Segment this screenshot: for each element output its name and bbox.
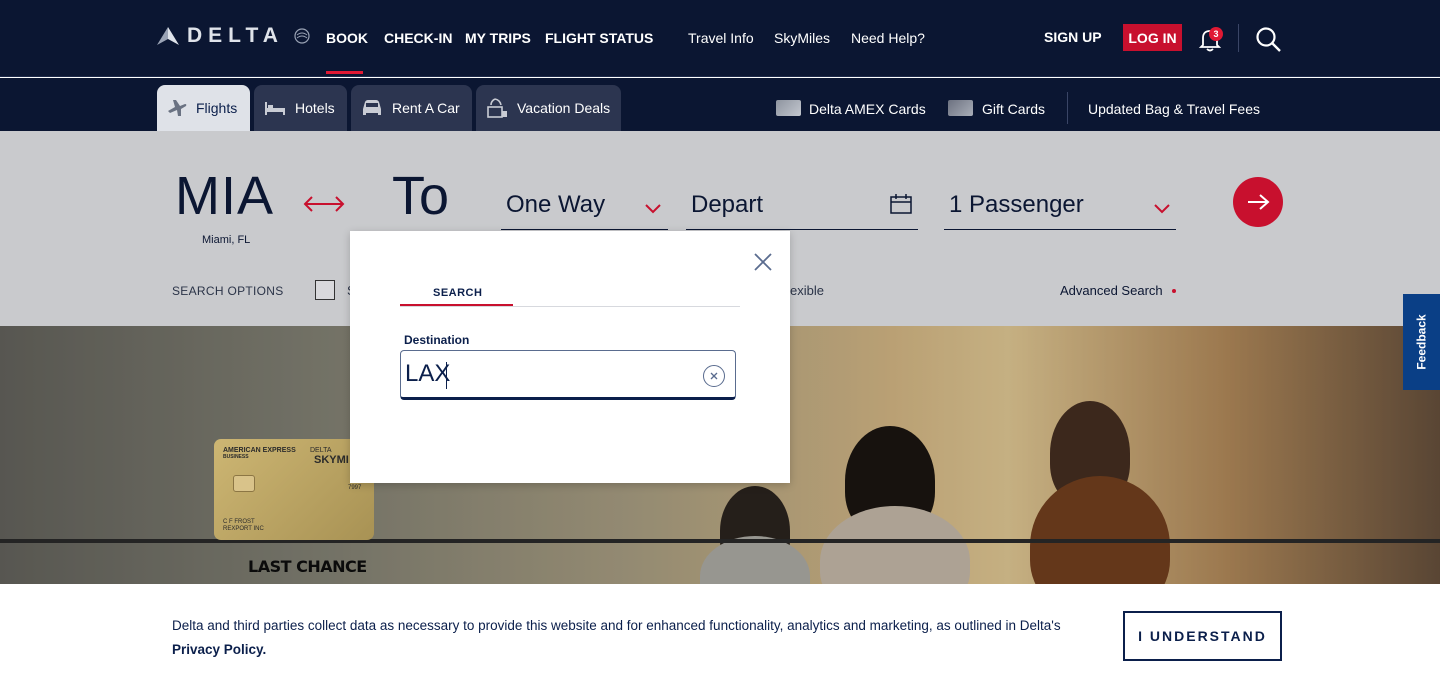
- airplane-icon: [168, 100, 187, 116]
- search-submit-button[interactable]: [1233, 177, 1283, 227]
- card-company: REXPORT INC: [223, 526, 264, 532]
- privacy-policy-link[interactable]: Privacy Policy.: [172, 642, 266, 657]
- card-brand: DELTA: [310, 447, 332, 454]
- depart-date-field[interactable]: Depart: [686, 179, 918, 230]
- arrow-right-icon: [1248, 194, 1270, 210]
- booking-tabs-bar: Flights Hotels Rent A Car Vacation Deals…: [0, 78, 1440, 131]
- nav-need-help[interactable]: Need Help?: [851, 30, 925, 46]
- tab-vacation-deals[interactable]: Vacation Deals: [476, 85, 621, 131]
- search-icon[interactable]: [1254, 25, 1282, 53]
- passengers-select[interactable]: 1 Passenger: [944, 179, 1176, 230]
- i-understand-button[interactable]: I UNDERSTAND: [1123, 611, 1282, 661]
- top-nav: DELTA BOOK CHECK-IN MY TRIPS FLIGHT STAT…: [0, 0, 1440, 77]
- text-caret: [446, 362, 447, 389]
- nav-divider: [1238, 24, 1239, 52]
- delta-logo[interactable]: DELTA: [157, 24, 312, 48]
- gift-card-icon: [948, 100, 973, 116]
- card-issuer: AMERICAN EXPRESS: [223, 447, 296, 454]
- log-in-button[interactable]: LOG IN: [1123, 24, 1182, 51]
- nav-travel-info[interactable]: Travel Info: [688, 30, 754, 46]
- tab-rent-a-car[interactable]: Rent A Car: [351, 85, 472, 131]
- card-program: SKYMI: [314, 454, 349, 466]
- nav-flight-status[interactable]: FLIGHT STATUS: [545, 30, 653, 46]
- chevron-down-icon: [645, 204, 661, 214]
- feedback-tab[interactable]: Feedback: [1403, 294, 1440, 390]
- origin-city: Miami, FL: [202, 234, 251, 246]
- tab-search[interactable]: SEARCH: [433, 287, 482, 299]
- destination-label: Destination: [404, 333, 470, 347]
- sign-up-link[interactable]: SIGN UP: [1044, 29, 1102, 45]
- trip-type-select[interactable]: One Way: [501, 179, 668, 230]
- origin-airport[interactable]: MIA: [175, 165, 274, 227]
- nav-skymiles[interactable]: SkyMiles: [774, 30, 830, 46]
- flexible-dates-label: exible: [790, 283, 824, 298]
- tab-hotels-label: Hotels: [295, 100, 335, 116]
- option-checkbox[interactable]: [315, 280, 335, 300]
- car-icon: [363, 100, 381, 115]
- card-chip-icon: [233, 475, 255, 492]
- promo-headline: LAST CHANCE: [248, 557, 367, 576]
- nav-check-in[interactable]: CHECK-IN: [384, 30, 452, 46]
- tab-hotels[interactable]: Hotels: [254, 85, 347, 131]
- destination-input[interactable]: [400, 350, 736, 400]
- calendar-icon: [890, 194, 912, 214]
- nav-my-trips[interactable]: MY TRIPS: [465, 30, 531, 46]
- passengers-value: 1 Passenger: [949, 191, 1084, 218]
- tab-rent-a-car-label: Rent A Car: [392, 100, 460, 116]
- skyteam-icon: [294, 28, 310, 44]
- cookie-banner: Delta and third parties collect data as …: [0, 584, 1440, 684]
- bag-fees-link[interactable]: Updated Bag & Travel Fees: [1088, 101, 1260, 117]
- gift-cards-link[interactable]: Gift Cards: [982, 101, 1045, 117]
- tab-divider: [400, 306, 740, 307]
- advanced-search-link[interactable]: Advanced Search: [1060, 283, 1163, 298]
- destination-airport[interactable]: To: [392, 165, 449, 227]
- chevron-down-icon: [1154, 204, 1170, 214]
- clear-x-icon: [710, 372, 718, 380]
- trip-type-value: One Way: [506, 191, 606, 218]
- tab-vacation-deals-label: Vacation Deals: [517, 100, 611, 116]
- cookie-text: Delta and third parties collect data as …: [172, 618, 1061, 633]
- vacation-icon: [487, 98, 507, 118]
- delta-amex-cards-link[interactable]: Delta AMEX Cards: [809, 101, 926, 117]
- bed-icon: [265, 102, 285, 115]
- nav-book[interactable]: BOOK: [326, 30, 368, 46]
- tab-flights-label: Flights: [196, 100, 238, 116]
- active-nav-indicator: [326, 71, 363, 74]
- clear-input-button[interactable]: [703, 365, 725, 387]
- search-options-label: SEARCH OPTIONS: [172, 284, 284, 298]
- tab-flights[interactable]: Flights: [157, 85, 250, 131]
- card-holder: C F FROST: [223, 519, 255, 525]
- delta-widget-icon: [157, 27, 179, 45]
- advanced-search-caret-icon: [1172, 289, 1176, 293]
- feedback-label: Feedback: [1414, 314, 1429, 370]
- brand-name: DELTA: [187, 24, 284, 47]
- card-sub: BUSINESS: [223, 454, 249, 460]
- swap-arrows-icon[interactable]: [302, 194, 346, 214]
- amex-card-icon: [776, 100, 801, 116]
- destination-search-modal: SEARCH Destination: [350, 231, 790, 483]
- card-number: 7997: [348, 485, 362, 491]
- notification-badge: 3: [1209, 27, 1223, 41]
- cookie-message: Delta and third parties collect data as …: [172, 614, 1072, 662]
- close-icon[interactable]: [752, 251, 774, 273]
- subnav-divider: [1067, 92, 1068, 124]
- depart-label: Depart: [691, 191, 764, 218]
